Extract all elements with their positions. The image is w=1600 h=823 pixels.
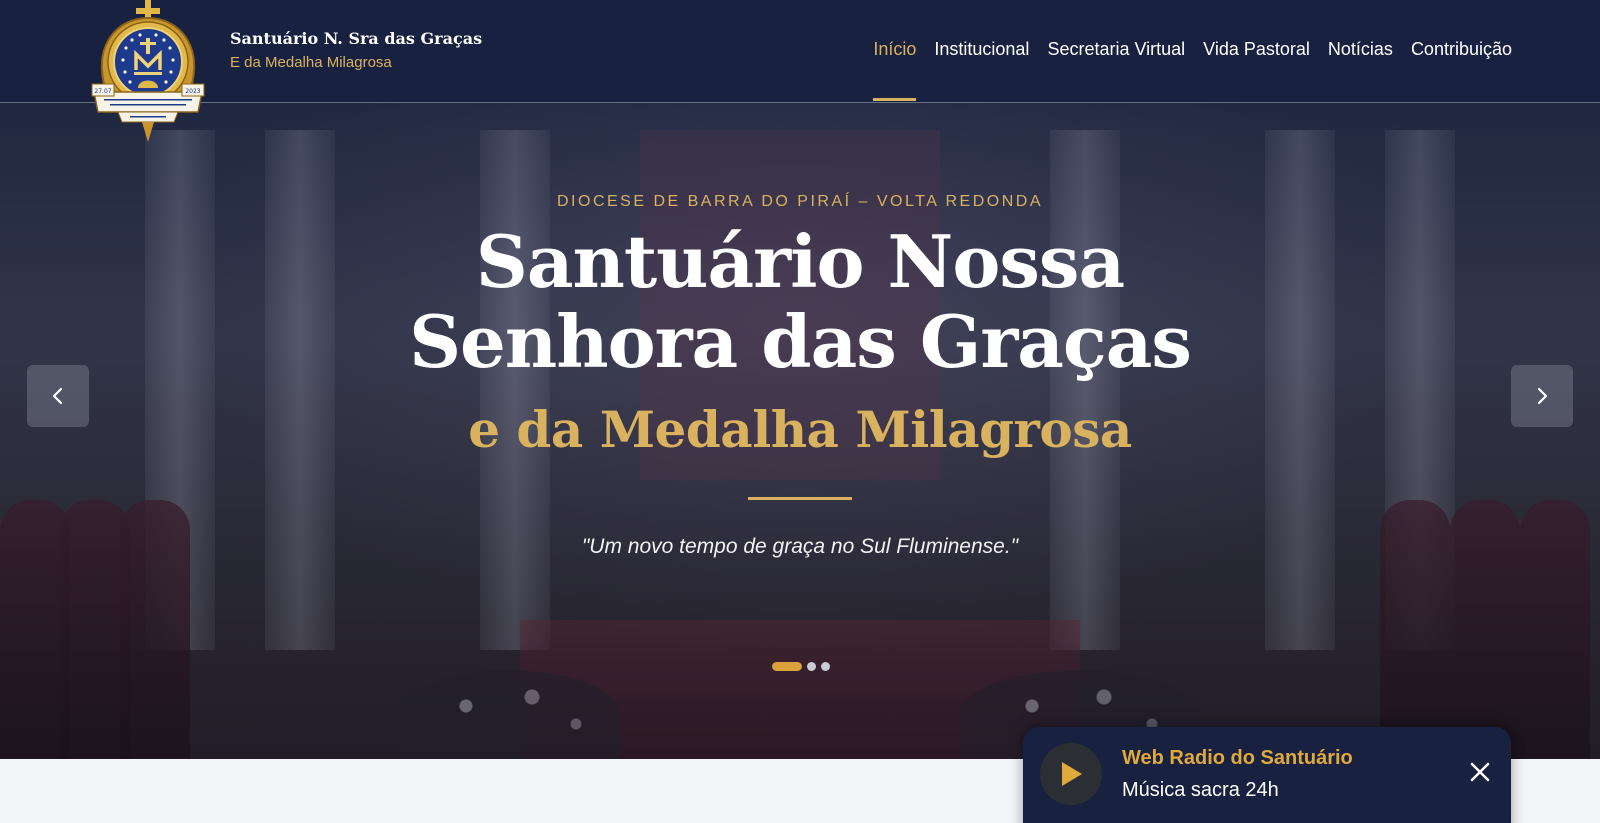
radio-close-button[interactable] xyxy=(1469,761,1491,783)
brand-subtitle[interactable]: E da Medalha Milagrosa xyxy=(230,54,392,71)
radio-play-button[interactable] xyxy=(1040,743,1102,805)
radio-subtitle: Música sacra 24h xyxy=(1122,779,1279,801)
close-icon xyxy=(1470,762,1490,782)
hero-quote: "Um novo tempo de graça no Sul Fluminens… xyxy=(581,535,1019,558)
web-radio-player: Web Radio do Santuário Música sacra 24h xyxy=(1023,727,1511,823)
carousel-dot-2[interactable] xyxy=(807,662,816,671)
nav-item-vida-pastoral[interactable]: Vida Pastoral xyxy=(1203,0,1310,103)
play-icon xyxy=(1062,762,1082,786)
nav-item-noticias[interactable]: Notícias xyxy=(1328,0,1393,103)
chevron-left-icon xyxy=(52,387,63,405)
site-header: Santuário N. Sra das Graças E da Medalha… xyxy=(0,0,1600,103)
nav-item-inicio[interactable]: Início xyxy=(873,0,917,103)
hero-divider xyxy=(748,497,852,500)
carousel-next-button[interactable] xyxy=(1511,365,1573,427)
hero-title: Santuário Nossa Senhora das Graças xyxy=(409,219,1192,384)
hero-slider: DIOCESE DE BARRA DO PIRAÍ – VOLTA REDOND… xyxy=(0,0,1600,759)
logo-year-right: 2023 xyxy=(185,88,200,95)
hero-subtitle: e da Medalha Milagrosa xyxy=(468,400,1132,459)
hero-eyebrow: DIOCESE DE BARRA DO PIRAÍ – VOLTA REDOND… xyxy=(557,193,1043,210)
nav-item-contribuicao[interactable]: Contribuição xyxy=(1411,0,1512,103)
main-nav: Início Institucional Secretaria Virtual … xyxy=(873,0,1512,103)
carousel-dot-3[interactable] xyxy=(821,662,830,671)
carousel-dot-1[interactable] xyxy=(772,662,802,671)
carousel-prev-button[interactable] xyxy=(27,365,89,427)
chevron-right-icon xyxy=(1537,387,1548,405)
carousel-dots xyxy=(772,662,830,671)
logo-year-left: 27.07 xyxy=(94,88,111,95)
brand-title[interactable]: Santuário N. Sra das Graças xyxy=(230,29,482,48)
nav-item-secretaria-virtual[interactable]: Secretaria Virtual xyxy=(1047,0,1185,103)
nav-item-institucional[interactable]: Institucional xyxy=(934,0,1029,103)
santuario-crest-logo[interactable]: 27.07 2023 xyxy=(90,0,206,142)
radio-title: Web Radio do Santuário xyxy=(1122,747,1353,769)
